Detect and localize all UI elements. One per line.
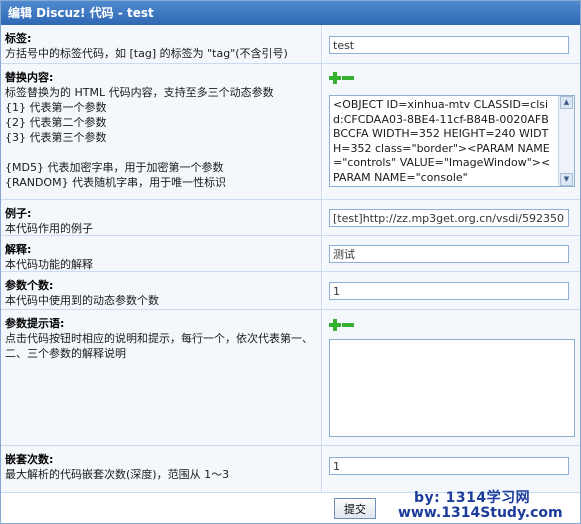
size-controls <box>329 319 354 331</box>
row-replacement: 替换内容: 标签替换为的 HTML 代码内容，支持至多三个动态参数 {1} 代表… <box>1 64 580 200</box>
row-tag-label: 标签: 方括号中的标签代码，如 [tag] 的标签为 "tag"(不含引号) <box>1 25 322 63</box>
row-example-field <box>323 200 580 235</box>
row-replacement-label: 替换内容: 标签替换为的 HTML 代码内容，支持至多三个动态参数 {1} 代表… <box>1 64 322 199</box>
field-desc: 标签替换为的 HTML 代码内容，支持至多三个动态参数 {1} 代表第一个参数 … <box>5 86 274 189</box>
row-replacement-field: <OBJECT ID=xinhua-mtv CLASSID=clsid:CFCD… <box>323 64 580 199</box>
explanation-input[interactable] <box>329 245 569 263</box>
field-desc: 本代码作用的例子 <box>5 222 93 235</box>
param-count-input[interactable] <box>329 282 569 300</box>
vertical-scrollbar[interactable]: ▲ ▼ <box>558 96 574 186</box>
row-nesting: 嵌套次数: 最大解析的代码嵌套次数(深度)，范围从 1～3 <box>1 446 580 493</box>
window-title: 编辑 Discuz! 代码 - test <box>1 1 580 25</box>
param-prompts-textarea[interactable] <box>329 339 575 437</box>
field-desc: 点击代码按钮时相应的说明和提示，每行一个，依次代表第一、二、三个参数的解释说明 <box>5 332 313 360</box>
tag-input[interactable] <box>329 36 569 54</box>
field-label: 参数提示语: <box>5 317 65 330</box>
field-label: 例子: <box>5 207 32 220</box>
row-explanation: 解释: 本代码功能的解释 <box>1 236 580 272</box>
field-desc: 最大解析的代码嵌套次数(深度)，范围从 1～3 <box>5 468 230 481</box>
field-desc: 方括号中的标签代码，如 [tag] 的标签为 "tag"(不含引号) <box>5 47 288 60</box>
scroll-down-icon[interactable]: ▼ <box>560 173 573 186</box>
watermark-line2: www.1314Study.com <box>398 505 563 521</box>
row-nesting-field <box>323 446 580 492</box>
size-controls <box>329 72 354 84</box>
row-example: 例子: 本代码作用的例子 <box>1 200 580 236</box>
plus-icon[interactable] <box>329 72 341 84</box>
row-param-prompts: 参数提示语: 点击代码按钮时相应的说明和提示，每行一个，依次代表第一、二、三个参… <box>1 310 580 446</box>
replacement-textarea[interactable]: <OBJECT ID=xinhua-mtv CLASSID=clsid:CFCD… <box>329 95 575 187</box>
row-param-count: 参数个数: 本代码中使用到的动态参数个数 <box>1 272 580 310</box>
field-desc: 本代码功能的解释 <box>5 258 93 271</box>
example-input[interactable] <box>329 209 569 227</box>
row-param-count-field <box>323 272 580 309</box>
row-param-prompts-field <box>323 310 580 445</box>
row-example-label: 例子: 本代码作用的例子 <box>1 200 322 235</box>
row-explanation-label: 解释: 本代码功能的解释 <box>1 236 322 271</box>
watermark-line1: by: 1314学习网 <box>414 490 531 506</box>
field-desc: 本代码中使用到的动态参数个数 <box>5 294 159 307</box>
row-nesting-label: 嵌套次数: 最大解析的代码嵌套次数(深度)，范围从 1～3 <box>1 446 322 492</box>
plus-icon[interactable] <box>329 319 341 331</box>
replacement-text: <OBJECT ID=xinhua-mtv CLASSID=clsid:CFCD… <box>333 98 551 184</box>
submit-button[interactable]: 提交 <box>334 498 376 519</box>
minus-icon[interactable] <box>342 319 354 331</box>
field-label: 替换内容: <box>5 71 54 84</box>
row-tag-field <box>323 25 580 63</box>
minus-icon[interactable] <box>342 72 354 84</box>
row-param-count-label: 参数个数: 本代码中使用到的动态参数个数 <box>1 272 322 309</box>
field-label: 嵌套次数: <box>5 453 54 466</box>
nesting-input[interactable] <box>329 457 569 475</box>
field-label: 解释: <box>5 243 32 256</box>
param-prompts-text <box>330 340 558 436</box>
editor-window: 编辑 Discuz! 代码 - test 标签: 方括号中的标签代码，如 [ta… <box>0 0 581 524</box>
row-tag: 标签: 方括号中的标签代码，如 [tag] 的标签为 "tag"(不含引号) <box>1 25 580 64</box>
scroll-up-icon[interactable]: ▲ <box>560 96 573 109</box>
field-label: 参数个数: <box>5 279 54 292</box>
row-param-prompts-label: 参数提示语: 点击代码按钮时相应的说明和提示，每行一个，依次代表第一、二、三个参… <box>1 310 322 445</box>
field-label: 标签: <box>5 32 32 45</box>
row-explanation-field <box>323 236 580 271</box>
